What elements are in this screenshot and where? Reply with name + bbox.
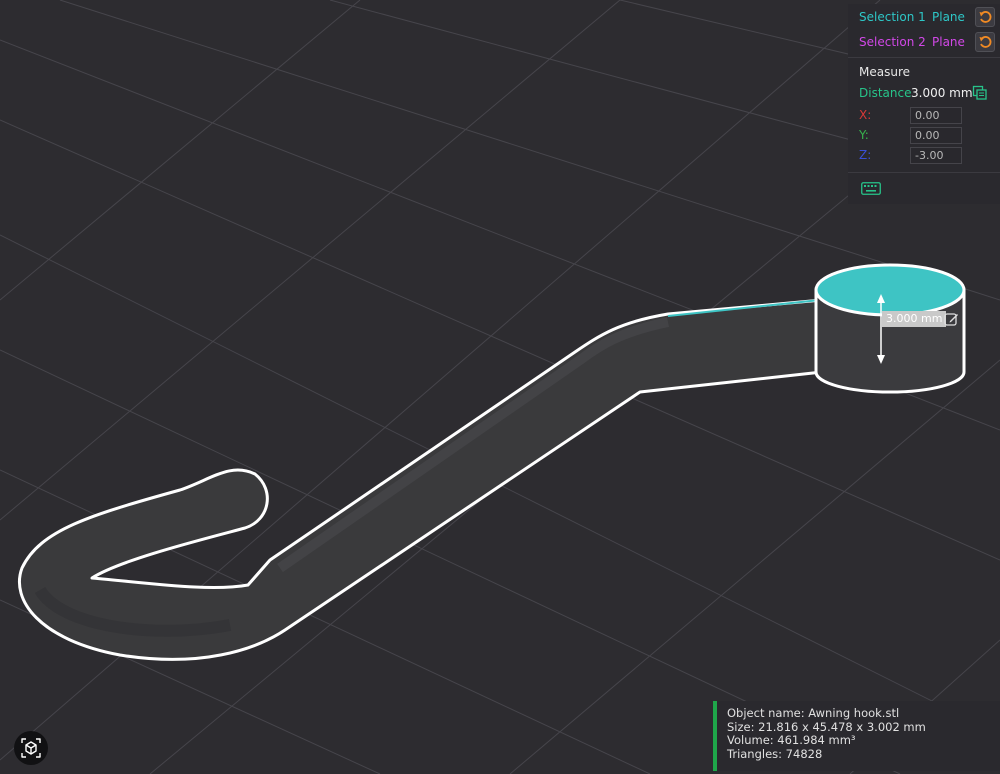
keyboard-shortcuts-button[interactable] bbox=[860, 180, 882, 196]
measure-panel: Selection 1 Plane Selection 2 Plane Meas… bbox=[848, 4, 1000, 204]
object-triangles: Triangles: 74828 bbox=[727, 746, 823, 761]
object-name: Object name: Awning hook.stl bbox=[727, 706, 900, 720]
z-value-field[interactable] bbox=[910, 147, 962, 164]
selection-2-label: Selection 2 bbox=[859, 35, 926, 49]
distance-label: Distance bbox=[859, 86, 912, 100]
object-info-panel: Object name: Awning hook.stl Size: 21.81… bbox=[713, 701, 1000, 771]
dimension-label: 3.000 mm bbox=[882, 311, 947, 327]
distance-value: 3.000 mm bbox=[911, 86, 973, 100]
view-cube-icon bbox=[21, 738, 41, 758]
reset-icon bbox=[979, 11, 992, 23]
edit-icon bbox=[943, 312, 958, 326]
selection-1-type: Plane bbox=[932, 10, 965, 24]
selection-2-type: Plane bbox=[932, 35, 965, 49]
x-axis-label: X: bbox=[859, 108, 872, 122]
panel-divider bbox=[848, 57, 1000, 58]
copy-icon bbox=[972, 85, 987, 100]
panel-divider bbox=[848, 172, 1000, 173]
keyboard-icon bbox=[861, 181, 881, 195]
reset-icon bbox=[979, 36, 992, 48]
z-axis-label: Z: bbox=[859, 148, 872, 162]
object-volume: Volume: 461.984 mm³ bbox=[727, 733, 856, 747]
selection-1-label: Selection 1 bbox=[859, 10, 926, 24]
edit-dimension-button[interactable] bbox=[943, 311, 959, 327]
selection-1-row[interactable]: Selection 1 Plane bbox=[848, 6, 1000, 30]
reset-selection-1-button[interactable] bbox=[975, 7, 995, 27]
view-orientation-button[interactable] bbox=[14, 731, 48, 765]
reset-selection-2-button[interactable] bbox=[975, 32, 995, 52]
y-value-field[interactable] bbox=[910, 127, 962, 144]
copy-distance-button[interactable] bbox=[971, 84, 989, 102]
y-axis-label: Y: bbox=[859, 128, 869, 142]
x-value-field[interactable] bbox=[910, 107, 962, 124]
hook-model[interactable] bbox=[17, 298, 824, 661]
measure-title: Measure bbox=[859, 65, 910, 79]
selection-2-row[interactable]: Selection 2 Plane bbox=[848, 31, 1000, 55]
cylinder-pad[interactable] bbox=[814, 263, 966, 394]
selected-plane-face[interactable] bbox=[814, 263, 966, 317]
object-size: Size: 21.816 x 45.478 x 3.002 mm bbox=[727, 719, 926, 734]
